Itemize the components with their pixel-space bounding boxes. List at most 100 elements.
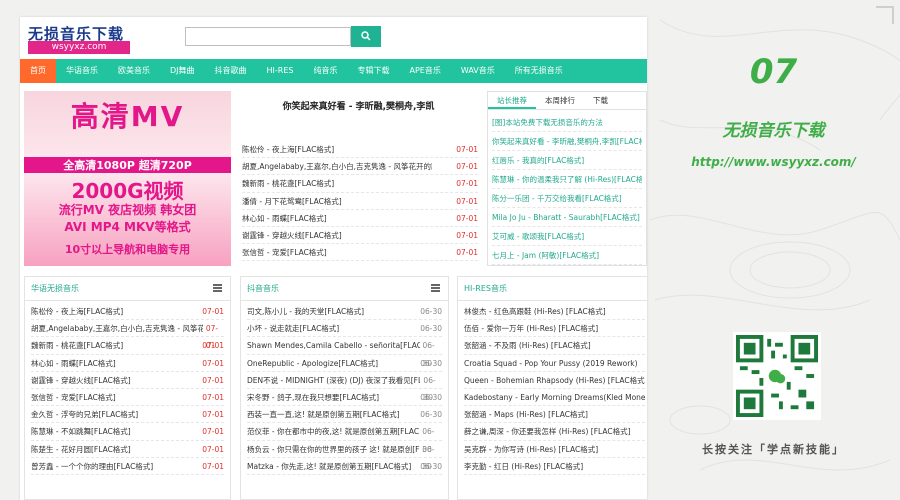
table-row[interactable]: 张信哲 - 宠爱[FLAC格式] 07-01 — [31, 389, 224, 407]
table-row[interactable]: 小坏 - 说走就走[FLAC格式] 06-30 — [247, 320, 442, 338]
list-item[interactable]: 胡夏,Angelababy,王嘉尔,白小白,吉克隽逸 - 风筝花开的路口[FLA… — [242, 158, 478, 176]
table-row[interactable]: Matzka - 你先走,这! 就是原创第五期[FLAC格式] 06-30 — [247, 458, 442, 475]
song-title[interactable]: 魏新雨 - 桃花盏[FLAC格式] — [31, 337, 123, 353]
song-title[interactable]: 谢霆锋 - 穿越火线[FLAC格式] — [242, 227, 342, 243]
song-title[interactable]: 吴克群 - 为你写诗 (Hi-Res) [FLAC格式] — [464, 441, 598, 457]
table-row[interactable]: 林俊杰 - 红色高跟鞋 (Hi-Res) [FLAC格式] — [464, 303, 645, 321]
song-title[interactable]: 张韶涵 - 不及雨 (Hi-Res) [FLAC格式] — [464, 337, 591, 353]
song-title[interactable]: 潘倩 - 月下花鸳鸯[FLAC格式] — [242, 193, 342, 209]
table-row[interactable]: 金久哲 - 浮夸的兄弟[FLAC格式] 07-01 — [31, 406, 224, 424]
song-title[interactable]: 林心如 - 雨蝶[FLAC格式] — [31, 355, 116, 371]
song-title[interactable]: 陈松伶 - 夜上海[FLAC格式] — [31, 303, 123, 319]
nav-item[interactable]: 首页 — [20, 59, 56, 83]
menu-icon[interactable] — [431, 284, 440, 292]
song-title[interactable]: OneRepublic - Apologize[FLAC格式] — [247, 355, 378, 371]
song-title[interactable]: 李克勤 - 红日 (Hi-Res) [FLAC格式] — [464, 458, 583, 474]
song-title[interactable]: 薛之谦,周深 - 你还要我怎样 (Hi-Res) [FLAC格式] — [464, 423, 631, 439]
song-title[interactable]: 宋冬野 - 鸽子,现在我只想要[FLAC格式] — [247, 389, 379, 405]
song-title[interactable]: 胡夏,Angelababy,王嘉尔,白小白,吉克隽逸 - 风筝花开[FLAC] — [31, 320, 203, 336]
table-row[interactable]: 张韶涵 - Maps (Hi-Res) [FLAC格式] — [464, 406, 645, 424]
table-row[interactable]: 陈慧琳 - 不如跳舞[FLAC格式] 07-01 — [31, 423, 224, 441]
song-title[interactable]: 魏新雨 - 桃花盏[FLAC格式] — [242, 175, 334, 191]
column-title[interactable]: HI-RES音乐 — [464, 277, 507, 301]
song-title[interactable]: Croatia Squad - Pop Your Pussy (2019 Rew… — [464, 355, 638, 371]
table-row[interactable]: 曾芳鑫 - 一个个你的理由[FLAC格式] 07-01 — [31, 458, 224, 475]
mv-banner[interactable]: 高清MV 全高清1080P 超清720P 2000G视频 流行MV 夜店视频 韩… — [24, 91, 231, 266]
table-row[interactable]: Queen - Bohemian Rhapsody (Hi-Res) [FLAC… — [464, 372, 645, 389]
table-row[interactable]: DEN不说 - MIDNIGHT (深夜) (DJ) 夜深了我看见[FLAC格式… — [247, 372, 442, 402]
recommend-item[interactable]: 七月上 - Jam (阿敏)[FLAC格式] — [492, 246, 642, 265]
search-button[interactable] — [351, 26, 381, 47]
promo-site-url[interactable]: http://www.wsyyxz.com/ — [647, 155, 900, 169]
table-row[interactable]: OneRepublic - Apologize[FLAC格式] 06-30 — [247, 355, 442, 372]
nav-item[interactable]: 华语音乐 — [56, 59, 108, 83]
table-row[interactable]: Kadebostany - Early Morning Dreams(Kled … — [464, 389, 645, 407]
song-title[interactable]: 曾芳鑫 - 一个个你的理由[FLAC格式] — [31, 458, 153, 474]
nav-item[interactable]: APE音乐 — [399, 59, 450, 83]
song-title[interactable]: 胡夏,Angelababy,王嘉尔,白小白,吉克隽逸 - 风筝花开的路口[FLA… — [242, 158, 432, 174]
list-item[interactable]: 张信哲 - 宠爱[FLAC格式] 07-01 — [242, 244, 478, 262]
song-title[interactable]: 陈慧琳 - 不如跳舞[FLAC格式] — [31, 423, 131, 439]
search-input[interactable] — [185, 27, 351, 46]
song-title[interactable]: 张信哲 - 宠爱[FLAC格式] — [31, 389, 116, 405]
table-row[interactable]: 杨负云 - 你只需在你的世界里的孩子 这! 就是原创[FLAC] 06-30 — [247, 441, 442, 471]
table-row[interactable]: 李克勤 - 红日 (Hi-Res) [FLAC格式] — [464, 458, 645, 475]
song-title[interactable]: 司文,陈小儿 - 我的天堂[FLAC格式] — [247, 303, 364, 319]
song-title[interactable]: 张韶涵 - Maps (Hi-Res) [FLAC格式] — [464, 406, 588, 422]
table-row[interactable]: 西装一直一直,这! 就是原创第五期[FLAC格式] 06-30 — [247, 406, 442, 424]
tab[interactable]: 站长推荐 — [488, 92, 536, 109]
song-title[interactable]: 张信哲 - 宠爱[FLAC格式] — [242, 244, 327, 260]
table-row[interactable]: 伍佰 - 爱你一万年 (Hi-Res) [FLAC格式] — [464, 320, 645, 338]
song-title[interactable]: 林心如 - 雨蝶[FLAC格式] — [242, 210, 327, 226]
nav-item[interactable]: HI-RES — [257, 59, 304, 83]
song-title[interactable]: 小坏 - 说走就走[FLAC格式] — [247, 320, 339, 336]
table-row[interactable]: Shawn Mendes,Camila Cabello - señorita[F… — [247, 337, 442, 368]
song-title[interactable]: 陈楚生 - 花好月圆[FLAC格式] — [31, 441, 131, 457]
table-row[interactable]: 魏新雨 - 桃花盏[FLAC格式] 07-01 — [31, 337, 224, 355]
table-row[interactable]: 陈楚生 - 花好月圆[FLAC格式] 07-01 — [31, 441, 224, 458]
song-title[interactable]: 林俊杰 - 红色高跟鞋 (Hi-Res) [FLAC格式] — [464, 303, 606, 319]
song-title[interactable]: 伍佰 - 爱你一万年 (Hi-Res) [FLAC格式] — [464, 320, 598, 336]
song-title[interactable]: Matzka - 你先走,这! 就是原创第五期[FLAC格式] — [247, 458, 411, 474]
featured-title[interactable]: 你笑起来真好看 - 李昕融,樊桐舟,李凯 — [236, 99, 481, 112]
recommend-item[interactable]: 陈慧琳 - 你的温柔我只了解 (Hi-Res)[FLAC格式] — [492, 170, 642, 189]
table-row[interactable]: 司文,陈小儿 - 我的天堂[FLAC格式] 06-30 — [247, 303, 442, 321]
nav-item[interactable]: WAV音乐 — [451, 59, 505, 83]
list-item[interactable]: 潘倩 - 月下花鸳鸯[FLAC格式] 07-01 — [242, 193, 478, 210]
song-title[interactable]: DEN不说 - MIDNIGHT (深夜) (DJ) 夜深了我看见[FLAC格式… — [247, 372, 420, 388]
table-row[interactable]: Croatia Squad - Pop Your Pussy (2019 Rew… — [464, 355, 645, 372]
nav-item[interactable]: 抖音歌曲 — [205, 59, 257, 83]
qr-code[interactable] — [733, 332, 821, 420]
menu-icon[interactable] — [213, 284, 222, 292]
tab[interactable]: 下载 — [584, 92, 617, 109]
nav-item[interactable]: 纯音乐 — [303, 59, 347, 83]
song-title[interactable]: 西装一直一直,这! 就是原创第五期[FLAC格式] — [247, 406, 400, 422]
list-item[interactable]: 谢霆锋 - 穿越火线[FLAC格式] 07-01 — [242, 227, 478, 245]
song-title[interactable]: Queen - Bohemian Rhapsody (Hi-Res) [FLAC… — [464, 372, 645, 388]
table-row[interactable]: 胡夏,Angelababy,王嘉尔,白小白,吉克隽逸 - 风筝花开[FLAC]0… — [31, 320, 224, 350]
song-title[interactable]: 杨负云 - 你只需在你的世界里的孩子 这! 就是原创[FLAC] — [247, 441, 419, 457]
recommend-item[interactable]: 艾可威 - 歌颂我[FLAC格式] — [492, 227, 642, 246]
list-item[interactable]: 林心如 - 雨蝶[FLAC格式] 07-01 — [242, 210, 478, 227]
recommend-item[interactable]: [图]本站免费下载无损音乐的方法 — [492, 113, 642, 132]
list-item[interactable]: 陈松伶 - 夜上海[FLAC格式] 07-01 — [242, 141, 478, 159]
recommend-item[interactable]: 红唇乐 - 我真的[FLAC格式] — [492, 151, 642, 170]
table-row[interactable]: 陈松伶 - 夜上海[FLAC格式] 07-01 — [31, 303, 224, 321]
recommend-item[interactable]: 陈分一乐团 - 千万交给我看[FLAC格式] — [492, 189, 642, 208]
song-title[interactable]: 陈松伶 - 夜上海[FLAC格式] — [242, 141, 334, 157]
table-row[interactable]: 张韶涵 - 不及雨 (Hi-Res) [FLAC格式] — [464, 337, 645, 355]
tab[interactable]: 本周排行 — [536, 92, 584, 109]
table-row[interactable]: 范仪菲 - 你在都市中的夜,这! 就是原创第五期[FLAC格式] 06-30 — [247, 423, 442, 454]
column-title[interactable]: 抖音音乐 — [247, 277, 279, 301]
nav-item[interactable]: 专辑下载 — [347, 59, 399, 83]
song-title[interactable]: 范仪菲 - 你在都市中的夜,这! 就是原创第五期[FLAC格式] — [247, 423, 419, 439]
column-title[interactable]: 华语无损音乐 — [31, 277, 79, 301]
song-title[interactable]: Shawn Mendes,Camila Cabello - señorita[F… — [247, 337, 420, 353]
table-row[interactable]: 林心如 - 雨蝶[FLAC格式] 07-01 — [31, 355, 224, 372]
song-title[interactable]: Kadebostany - Early Morning Dreams(Kled … — [464, 389, 645, 405]
table-row[interactable]: 宋冬野 - 鸽子,现在我只想要[FLAC格式] 06-30 — [247, 389, 442, 407]
table-row[interactable]: 谢霆锋 - 穿越火线[FLAC格式] 07-01 — [31, 372, 224, 389]
nav-item[interactable]: 欧美音乐 — [108, 59, 160, 83]
nav-item[interactable]: 所有无损音乐 — [505, 59, 573, 83]
recommend-item[interactable]: Mila Jo Ju - Bharatt - Saurabh[FLAC格式] — [492, 208, 642, 227]
